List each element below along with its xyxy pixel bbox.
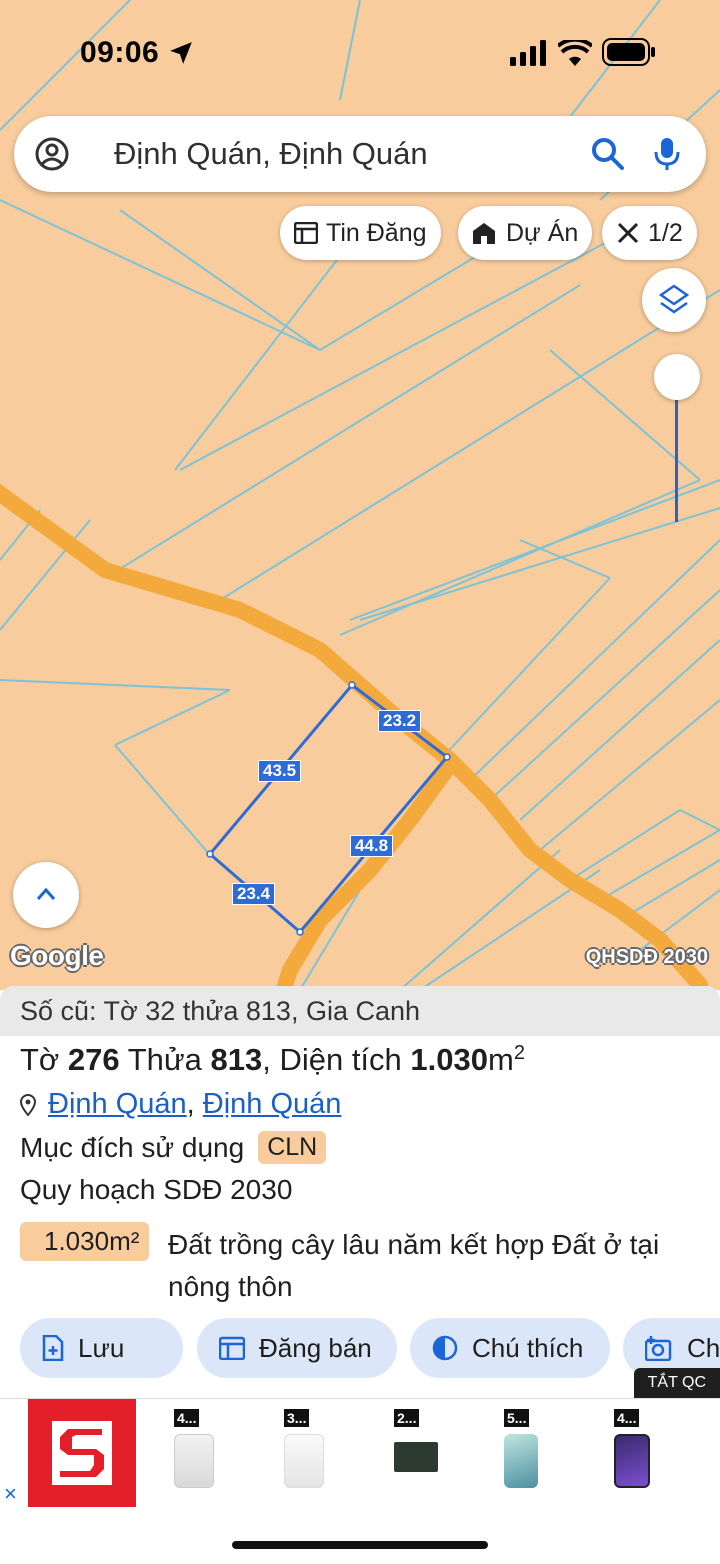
expand-sheet-button[interactable] <box>13 862 79 928</box>
listing-icon <box>219 1336 245 1360</box>
location-pin-icon <box>20 1093 36 1116</box>
account-icon[interactable] <box>34 136 70 172</box>
search-input[interactable]: Định Quán, Định Quán <box>114 136 428 172</box>
ad-product[interactable]: 3... <box>284 1409 340 1499</box>
location-arrow-icon <box>170 42 192 64</box>
product-label: 4... <box>174 1409 200 1427</box>
chip-label: 1/2 <box>648 218 683 247</box>
location-line: Định Quán, Định Quán <box>20 1088 341 1121</box>
purpose-badge: CLN <box>258 1131 327 1164</box>
location-link-commune[interactable]: Định Quán <box>203 1088 342 1120</box>
product-label: 5... <box>504 1409 530 1427</box>
button-label: Đăng bán <box>259 1332 372 1363</box>
plan-description: Đất trồng cây lâu năm kết hợp Đất ở tại … <box>168 1229 660 1302</box>
area-unit: m <box>487 1042 514 1077</box>
product-label: 4... <box>614 1409 640 1427</box>
land-use-purpose: Mục đích sử dụng CLN <box>20 1131 327 1164</box>
home-indicator[interactable] <box>232 1541 488 1549</box>
opacity-slider-track[interactable] <box>675 398 678 522</box>
purpose-label: Mục đích sử dụng <box>20 1131 245 1163</box>
area-label: , Diện tích <box>262 1042 402 1077</box>
microphone-icon[interactable] <box>652 136 682 172</box>
product-image <box>174 1434 214 1488</box>
clock: 09:06 <box>80 36 160 69</box>
add-photo-icon <box>645 1336 672 1361</box>
product-image <box>284 1434 324 1488</box>
layers-icon <box>659 284 689 314</box>
map-view[interactable]: 23.2 43.5 44.8 23.4 09:06 Định Quán, Địn… <box>0 0 720 990</box>
ad-product[interactable]: 2... <box>394 1409 450 1499</box>
ruler-compass-icon <box>617 222 639 244</box>
product-image <box>504 1434 538 1488</box>
status-bar: 09:06 <box>0 0 720 100</box>
edge-length-label: 23.2 <box>378 710 422 732</box>
search-bar[interactable]: Định Quán, Định Quán <box>14 116 706 192</box>
edge-length-label: 43.5 <box>258 760 302 782</box>
ad-product[interactable]: 4... <box>614 1409 670 1499</box>
old-reference: Số cũ: Tờ 32 thửa 813, Gia Canh <box>0 986 720 1036</box>
sheet-number: 276 <box>67 1042 120 1077</box>
chip-projects[interactable]: Dự Án <box>458 206 593 260</box>
google-logo: Google <box>10 940 104 971</box>
advertiser-logo[interactable] <box>28 1399 136 1507</box>
area-unit-sup: 2 <box>513 1042 525 1064</box>
location-link-district[interactable]: Định Quán <box>48 1088 187 1120</box>
layer-label: QHSDĐ 2030 <box>585 946 708 968</box>
button-label: Lưu <box>78 1332 125 1363</box>
chip-listings[interactable]: Tin Đăng <box>280 206 441 260</box>
chip-label: Dự Án <box>506 218 579 247</box>
layers-button[interactable] <box>642 268 706 332</box>
edge-length-label: 44.8 <box>350 835 394 857</box>
post-for-sale-button[interactable]: Đăng bán <box>197 1318 397 1378</box>
ad-close-icon[interactable]: × <box>4 1481 17 1507</box>
chevron-up-icon <box>36 887 56 900</box>
battery-icon <box>602 38 655 66</box>
edge-length-label: 23.4 <box>232 883 276 905</box>
parcel-title: Tờ 276 Thửa 813, Diện tích 1.030m2 <box>20 1042 525 1078</box>
legend-button[interactable]: Chú thích <box>410 1318 610 1378</box>
chip-measure[interactable]: 1/2 <box>602 206 697 260</box>
add-file-icon <box>42 1335 64 1361</box>
product-label: 2... <box>394 1409 420 1427</box>
ad-product[interactable]: 4... <box>174 1409 230 1499</box>
product-image <box>614 1434 650 1488</box>
plan-label: Quy hoạch SDĐ 2030 <box>20 1174 293 1205</box>
close-ad-button[interactable]: TẮT QC <box>633 1368 720 1398</box>
parcel-info-sheet: Số cũ: Tờ 32 thửa 813, Gia Canh Tờ 276 T… <box>0 986 720 1396</box>
sheet-label: Tờ <box>20 1042 60 1077</box>
project-house-icon <box>473 223 495 244</box>
action-bar: Lưu Đăng bán Chú thích Ch <box>20 1318 720 1378</box>
product-image <box>394 1442 438 1472</box>
area-value: 1.030 <box>410 1042 488 1077</box>
ad-banner[interactable]: × 4... 3... 2... 5... 4... <box>0 1398 720 1508</box>
product-label: 3... <box>284 1409 310 1427</box>
cellular-signal-icon <box>510 40 546 66</box>
brand-logo-icon <box>52 1421 112 1485</box>
button-label: Ch <box>687 1332 720 1363</box>
wifi-icon <box>558 40 592 66</box>
search-icon[interactable] <box>590 136 626 172</box>
opacity-slider-handle[interactable] <box>654 354 700 400</box>
listing-icon <box>294 222 318 244</box>
ad-product[interactable]: 5... <box>504 1409 560 1499</box>
plan-area-badge: 1.030m² <box>20 1222 150 1261</box>
location-separator: , <box>186 1088 195 1120</box>
parcel-label: Thửa <box>127 1042 202 1077</box>
save-button[interactable]: Lưu <box>20 1318 183 1378</box>
parcel-number: 813 <box>210 1042 263 1077</box>
chip-label: Tin Đăng <box>326 218 427 247</box>
button-label: Chú thích <box>472 1332 584 1363</box>
contrast-icon <box>432 1335 458 1361</box>
